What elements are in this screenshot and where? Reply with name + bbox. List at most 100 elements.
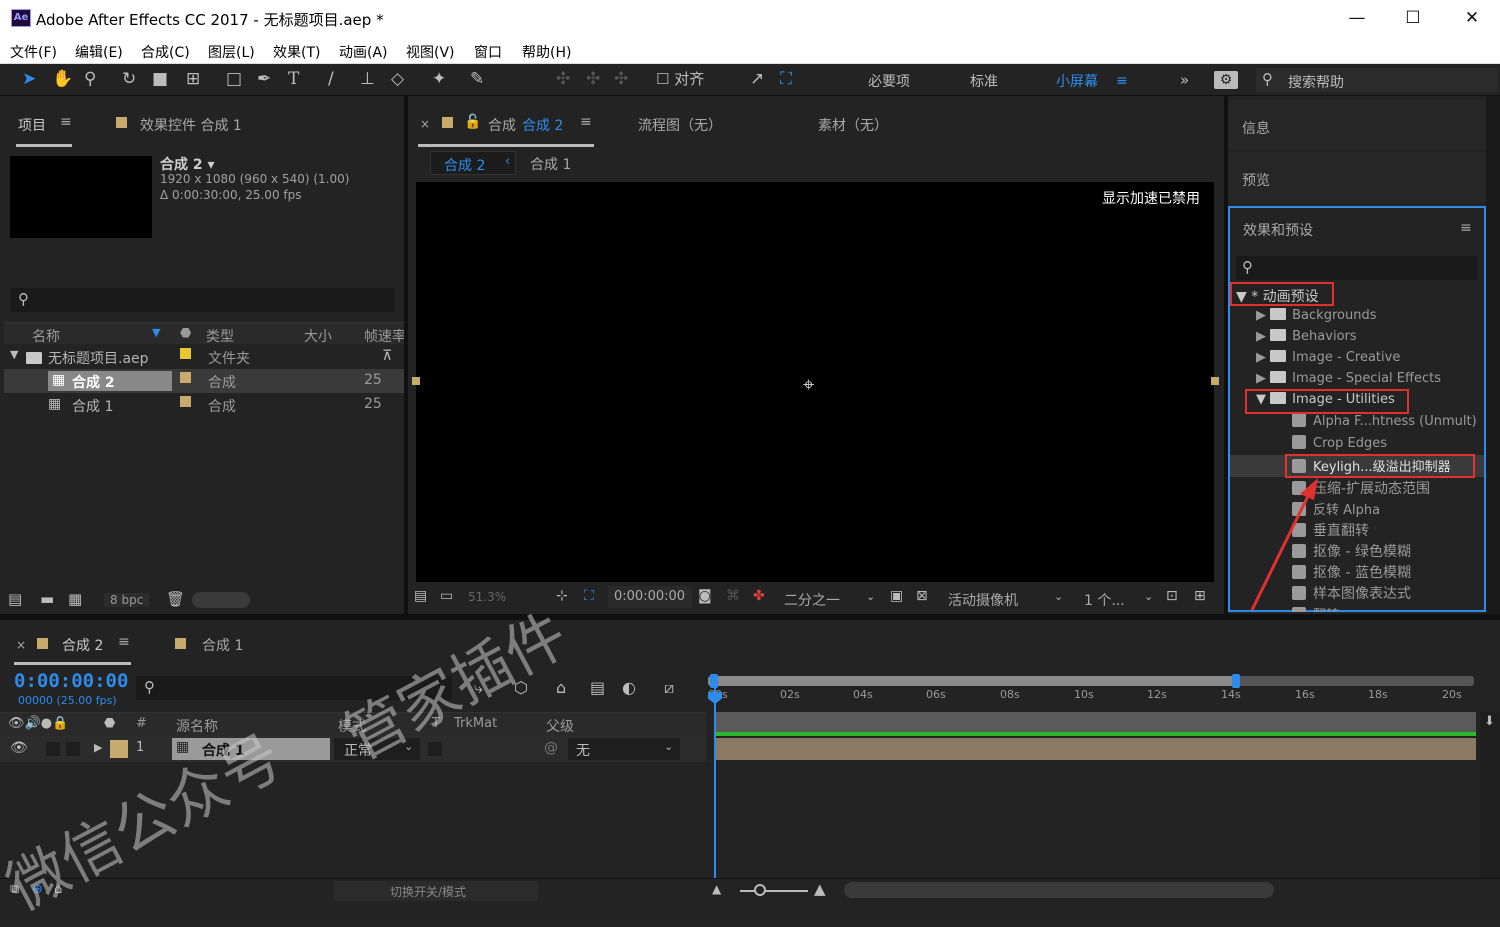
world-axis-icon[interactable]: ✣ xyxy=(586,69,600,89)
zoom-slider-track[interactable] xyxy=(740,890,808,892)
local-axis-icon[interactable]: ✣ xyxy=(556,69,570,89)
grid-icon[interactable]: ⊹ xyxy=(556,588,568,604)
col-type[interactable]: 类型 xyxy=(206,326,234,346)
views-select[interactable]: 1 个... xyxy=(1084,590,1125,610)
align-checkbox[interactable]: ☐ 对齐 xyxy=(656,69,704,89)
timeline-track-area[interactable]: 00s 02s 04s 06s 08s 10s 12s 14s 16s 18s … xyxy=(706,670,1480,902)
folder-backgrounds[interactable]: ▶ Backgrounds xyxy=(1256,308,1376,323)
workspace-more[interactable]: » xyxy=(1180,70,1189,90)
new-comp-icon[interactable]: ▦ xyxy=(68,590,82,608)
shy-layers-icon[interactable]: ⌂ xyxy=(556,678,566,697)
info-section[interactable]: 信息 xyxy=(1228,100,1486,150)
menu-edit[interactable]: 编辑(E) xyxy=(75,42,123,62)
help-search-field[interactable]: ⚲ 搜索帮助 xyxy=(1256,68,1498,92)
snapping-icon[interactable]: ⛶ xyxy=(780,69,792,89)
crumb-other[interactable]: 合成 1 xyxy=(530,154,571,174)
transparency-grid-icon[interactable]: ⊠ xyxy=(916,588,928,604)
clone-stamp-tool-icon[interactable]: ⊥ xyxy=(360,69,375,89)
zoom-slider-thumb[interactable] xyxy=(754,884,766,896)
zoom-level[interactable]: 51.3% xyxy=(468,590,506,604)
pick-whip-icon[interactable]: @ xyxy=(544,740,558,756)
chevron-down-icon[interactable]: ⌄ xyxy=(866,590,875,603)
folder-image-special-effects[interactable]: ▶ Image - Special Effects xyxy=(1256,371,1441,386)
timeline-hscroll[interactable] xyxy=(844,882,1274,898)
tab-effect-controls[interactable]: 效果控件 合成 1 xyxy=(140,115,242,135)
rotate-tool-icon[interactable]: ↻ xyxy=(122,69,136,89)
av-features-icons[interactable]: 👁🔊●🔒 xyxy=(8,716,68,731)
time-ruler[interactable]: 00s 02s 04s 06s 08s 10s 12s 14s 16s 18s … xyxy=(706,688,1476,710)
minimize-icon[interactable]: — xyxy=(1342,8,1372,28)
flow-icon[interactable]: ⊼ xyxy=(382,348,392,364)
menu-layer[interactable]: 图层(L) xyxy=(208,42,255,62)
camera-select[interactable]: 活动摄像机 xyxy=(948,590,1018,610)
layer-label-color[interactable] xyxy=(110,740,128,758)
comp-tab-name[interactable]: 合成 2 xyxy=(522,115,563,135)
preserve-transparency-toggle[interactable] xyxy=(428,742,442,756)
menu-animation[interactable]: 动画(A) xyxy=(339,42,388,62)
comp-menu-icon[interactable]: ≡ xyxy=(580,114,592,130)
puppet-tool-icon[interactable]: ✎ xyxy=(470,69,484,89)
comp-viewer[interactable]: 显示加速已禁用 ⌖ xyxy=(416,182,1214,582)
snapshot-icon[interactable]: ◙ xyxy=(698,588,712,604)
view-axis-icon[interactable]: ✣ xyxy=(614,69,628,89)
brush-tool-icon[interactable]: / xyxy=(328,69,334,89)
fast-previews-icon[interactable]: ⊞ xyxy=(1194,588,1206,604)
menu-view[interactable]: 视图(V) xyxy=(406,42,455,62)
zoom-out-icon[interactable]: ▲ xyxy=(712,882,721,896)
preview-icon[interactable]: ▭ xyxy=(440,588,453,604)
camera-tool-icon[interactable]: ■ xyxy=(152,69,168,89)
effects-menu-icon[interactable]: ≡ xyxy=(1460,220,1472,236)
frame-blending-icon[interactable]: ▤ xyxy=(590,678,605,697)
lock-toggle[interactable] xyxy=(66,742,80,756)
eye-icon[interactable]: 👁 xyxy=(10,740,28,756)
interpret-footage-icon[interactable]: ▤ xyxy=(8,590,22,608)
mask-visibility-icon[interactable]: ⛶ xyxy=(584,588,594,604)
col-name[interactable]: 名称 xyxy=(32,326,60,346)
project-search-input[interactable]: ⚲ xyxy=(10,288,394,312)
menu-help[interactable]: 帮助(H) xyxy=(522,42,571,62)
project-row-comp1[interactable]: ▦ 合成 1 合成 25 xyxy=(4,393,408,417)
chevron-down-icon[interactable]: ⌄ xyxy=(664,740,673,753)
effects-search-input[interactable]: ⚲ xyxy=(1236,256,1478,280)
project-row-comp2[interactable]: ▦ 合成 2 合成 25 xyxy=(4,369,408,393)
col-parent[interactable]: 父级 xyxy=(546,716,574,736)
resolution-select[interactable]: 二分之一 xyxy=(784,590,840,610)
always-preview-icon[interactable]: ▤ xyxy=(414,588,427,604)
timeline-vscroll[interactable]: ⬇ xyxy=(1480,712,1500,902)
rectangle-tool-icon[interactable]: □ xyxy=(226,69,242,89)
pen-tool-icon[interactable]: ✒ xyxy=(257,69,271,89)
graph-editor-icon[interactable]: ⧄ xyxy=(664,678,674,698)
layer-duration-bar[interactable] xyxy=(716,738,1476,760)
timeline-tab-other[interactable]: 合成 1 xyxy=(202,635,243,655)
label-tag-icon[interactable]: ⬣ xyxy=(104,716,115,731)
hand-tool-icon[interactable]: ✋ xyxy=(52,69,73,89)
workspace-menu-icon[interactable]: ≡ xyxy=(1116,71,1128,91)
toggle-pixel-aspect-icon[interactable]: ⊡ xyxy=(1166,588,1178,604)
delete-icon[interactable]: 🗑 xyxy=(166,590,185,608)
folder-image-creative[interactable]: ▶ Image - Creative xyxy=(1256,350,1400,365)
close-tab-icon[interactable]: × xyxy=(420,117,430,131)
snap-icon[interactable]: ↗ xyxy=(750,69,764,89)
roto-brush-tool-icon[interactable]: ✦ xyxy=(432,69,446,89)
zoom-tool-icon[interactable]: ⚲ xyxy=(84,69,96,89)
workspace-standard[interactable]: 标准 xyxy=(970,72,998,92)
project-menu-icon[interactable]: ≡ xyxy=(60,114,72,130)
selection-tool-icon[interactable]: ➤ xyxy=(22,69,36,89)
preset-item[interactable]: Alpha F...htness (Unmult) xyxy=(1292,413,1477,429)
close-icon[interactable]: ✕ xyxy=(1457,8,1487,28)
lock-icon[interactable]: 🔓 xyxy=(464,114,481,130)
tab-footage[interactable]: 素材（无） xyxy=(818,115,888,135)
preset-item[interactable]: Crop Edges xyxy=(1292,435,1387,451)
expand-arrow-icon[interactable]: ▶ xyxy=(94,741,102,754)
project-row-folder[interactable]: ▼ 无标题项目.aep 文件夹 ⊼ xyxy=(4,345,408,369)
viewer-handle-left[interactable] xyxy=(412,377,420,385)
comp-name[interactable]: 合成 2 ▾ xyxy=(160,154,215,174)
tab-project[interactable]: 项目 xyxy=(18,115,46,135)
solo-toggle[interactable] xyxy=(46,742,60,756)
workspace-small-screen[interactable]: 小屏幕 xyxy=(1056,72,1098,92)
chevron-down-icon[interactable]: ⌄ xyxy=(1054,590,1063,603)
menu-effect[interactable]: 效果(T) xyxy=(273,42,320,62)
pan-behind-tool-icon[interactable]: ⊞ xyxy=(186,69,200,89)
sync-settings-icon[interactable]: ⚙ xyxy=(1214,71,1238,89)
menu-window[interactable]: 窗口 xyxy=(474,42,502,62)
